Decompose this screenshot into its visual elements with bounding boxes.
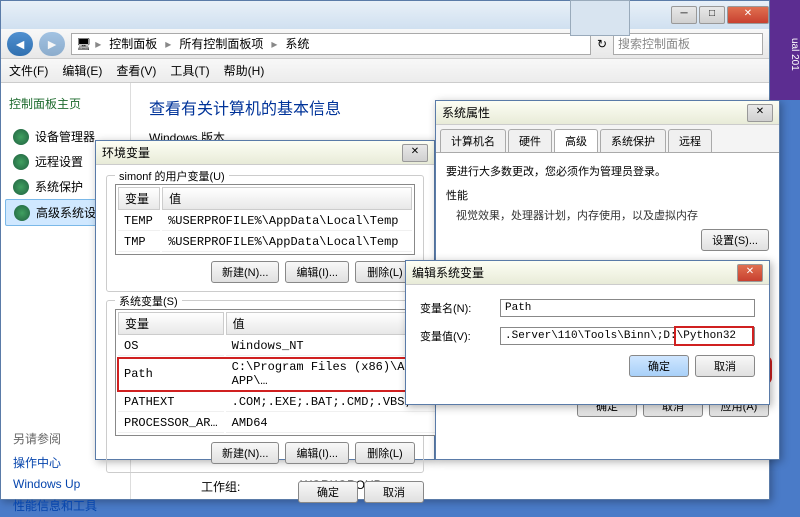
- nav-toolbar: ◄ ► 🖥 ▸ 控制面板 ▸ 所有控制面板项 ▸ 系统 ↻ 搜索控制面板: [1, 29, 769, 59]
- menu-file[interactable]: 文件(F): [9, 62, 48, 79]
- edit-titlebar: 编辑系统变量 ✕: [406, 261, 769, 285]
- col-var[interactable]: 变量: [118, 312, 224, 335]
- refresh-icon[interactable]: ↻: [597, 37, 607, 51]
- close-button[interactable]: ✕: [727, 6, 769, 24]
- cancel-button[interactable]: 取消: [695, 355, 755, 377]
- tab-hardware[interactable]: 硬件: [508, 129, 552, 152]
- env-titlebar: 环境变量 ✕: [96, 141, 434, 165]
- user-vars-title: simonf 的用户变量(U): [115, 168, 229, 184]
- table-row[interactable]: PROCESSOR_AR…AMD64: [118, 414, 461, 433]
- var-value-input[interactable]: [500, 327, 755, 345]
- minimize-button[interactable]: ─: [671, 6, 697, 24]
- tab-remote[interactable]: 远程: [668, 129, 712, 152]
- back-button[interactable]: ◄: [7, 32, 33, 56]
- user-vars-table[interactable]: 变量值 TEMP%USERPROFILE%\AppData\Local\Temp…: [115, 184, 415, 255]
- env-vars-dialog: 环境变量 ✕ simonf 的用户变量(U) 变量值 TEMP%USERPROF…: [95, 140, 435, 460]
- user-vars-group: simonf 的用户变量(U) 变量值 TEMP%USERPROFILE%\Ap…: [106, 175, 424, 292]
- table-row[interactable]: TEMP%USERPROFILE%\AppData\Local\Temp: [118, 212, 412, 231]
- edit-variable-dialog: 编辑系统变量 ✕ 变量名(N): 变量值(V): 确定 取消: [405, 260, 770, 405]
- col-var[interactable]: 变量: [118, 187, 160, 210]
- tab-advanced[interactable]: 高级: [554, 129, 598, 152]
- bc-item[interactable]: 系统: [281, 35, 313, 52]
- main-titlebar: ─ □ ✕: [1, 1, 769, 29]
- shield-icon: [14, 205, 30, 221]
- shield-icon: [13, 154, 29, 170]
- sidebar-item-label: 设备管理器: [35, 128, 95, 145]
- menubar: 文件(F) 编辑(E) 查看(V) 工具(T) 帮助(H): [1, 59, 769, 83]
- table-row[interactable]: TMP%USERPROFILE%\AppData\Local\Temp: [118, 233, 412, 252]
- perf-desc: 视觉效果，处理器计划，内存使用，以及虚拟内存: [456, 207, 769, 223]
- forward-button[interactable]: ►: [39, 32, 65, 56]
- env-title: 环境变量: [102, 144, 402, 161]
- new-button[interactable]: 新建(N)...: [211, 442, 279, 464]
- sys-vars-group: 系统变量(S) 变量值 OSWindows_NT PathC:\Program …: [106, 300, 424, 473]
- var-name-label: 变量名(N):: [420, 300, 490, 316]
- edit-button[interactable]: 编辑(I)...: [285, 442, 349, 464]
- col-val[interactable]: 值: [162, 187, 412, 210]
- close-button[interactable]: ✕: [747, 104, 773, 122]
- new-button[interactable]: 新建(N)...: [211, 261, 279, 283]
- search-placeholder: 搜索控制面板: [618, 35, 690, 52]
- edit-title: 编辑系统变量: [412, 264, 737, 281]
- delete-button[interactable]: 删除(L): [355, 442, 415, 464]
- close-button[interactable]: ✕: [402, 144, 428, 162]
- menu-help[interactable]: 帮助(H): [224, 62, 265, 79]
- var-value-label: 变量值(V):: [420, 328, 490, 344]
- bc-item[interactable]: 所有控制面板项: [175, 35, 267, 52]
- var-name-input[interactable]: [500, 299, 755, 317]
- visual-studio-stripe: ual 201: [770, 0, 800, 100]
- sysprops-titlebar: 系统属性 ✕: [436, 101, 779, 125]
- shield-icon: [13, 129, 29, 145]
- breadcrumb-icon: 🖥: [76, 37, 91, 51]
- sidebar-item-label: 远程设置: [35, 153, 83, 170]
- close-button[interactable]: ✕: [737, 264, 763, 282]
- settings-button[interactable]: 设置(S)...: [701, 229, 769, 251]
- perf-title: 性能: [446, 187, 769, 203]
- tab-protection[interactable]: 系统保护: [600, 129, 666, 152]
- ok-button[interactable]: 确定: [629, 355, 689, 377]
- admin-note: 要进行大多数更改，您必须作为管理员登录。: [446, 163, 769, 179]
- sidebar-heading: 控制面板主页: [5, 91, 126, 116]
- breadcrumb[interactable]: 🖥 ▸ 控制面板 ▸ 所有控制面板项 ▸ 系统: [71, 33, 591, 55]
- sidebar-item-label: 系统保护: [35, 178, 83, 195]
- sys-vars-title: 系统变量(S): [115, 293, 182, 309]
- menu-edit[interactable]: 编辑(E): [62, 62, 102, 79]
- tabs: 计算机名 硬件 高级 系统保护 远程: [436, 125, 779, 153]
- menu-view[interactable]: 查看(V): [116, 62, 156, 79]
- bc-item[interactable]: 控制面板: [105, 35, 161, 52]
- menu-tools[interactable]: 工具(T): [170, 62, 209, 79]
- taskbar-preview: [570, 0, 630, 36]
- maximize-button[interactable]: □: [699, 6, 725, 24]
- edit-button[interactable]: 编辑(I)...: [285, 261, 349, 283]
- tab-computer-name[interactable]: 计算机名: [440, 129, 506, 152]
- sysprops-title: 系统属性: [442, 104, 747, 121]
- shield-icon: [13, 179, 29, 195]
- search-input[interactable]: 搜索控制面板: [613, 33, 763, 55]
